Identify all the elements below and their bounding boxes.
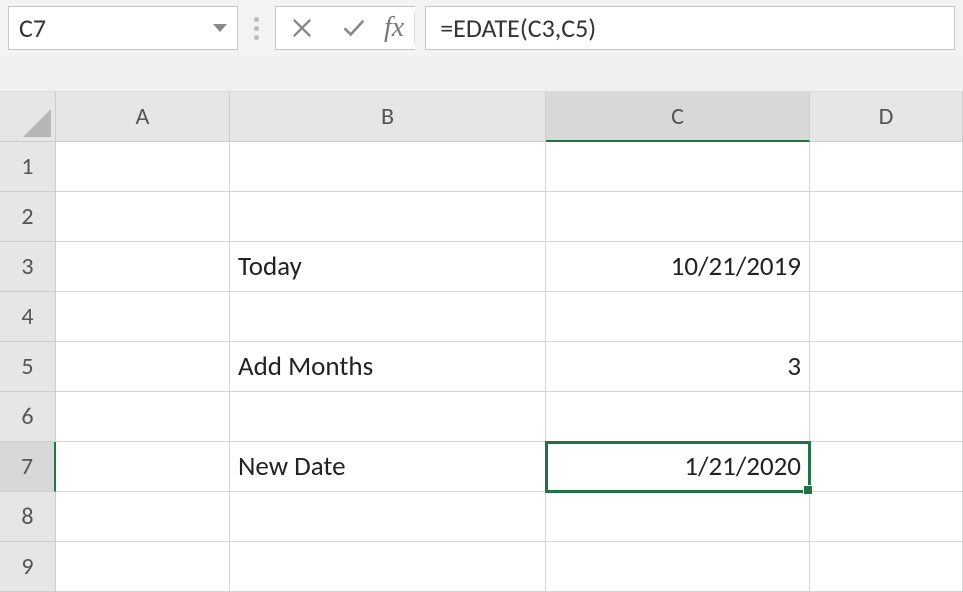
cell-A3[interactable]: [56, 242, 230, 292]
cell-C9[interactable]: [546, 542, 810, 592]
name-box-input[interactable]: [19, 12, 159, 44]
cell-D1[interactable]: [810, 142, 963, 192]
cell-A5[interactable]: [56, 342, 230, 392]
cell-B5[interactable]: Add Months: [230, 342, 546, 392]
formula-bar-row: fx =EDATE(C3,C5): [0, 0, 963, 56]
drag-handle-icon[interactable]: [248, 6, 265, 50]
cancel-icon[interactable]: [276, 15, 328, 41]
cell-A7[interactable]: [56, 442, 230, 492]
select-all-corner[interactable]: [0, 92, 56, 142]
cell-B9[interactable]: [230, 542, 546, 592]
row-header-3[interactable]: 3: [0, 242, 56, 292]
cell-B7[interactable]: New Date: [230, 442, 546, 492]
formula-input[interactable]: =EDATE(C3,C5): [425, 6, 955, 50]
cell-B1[interactable]: [230, 142, 546, 192]
col-header-C[interactable]: C: [546, 92, 810, 142]
row-header-2[interactable]: 2: [0, 192, 56, 242]
formula-text: =EDATE(C3,C5): [440, 12, 596, 44]
row-header-1[interactable]: 1: [0, 142, 56, 192]
cell-D6[interactable]: [810, 392, 963, 442]
row-header-5[interactable]: 5: [0, 342, 56, 392]
name-box[interactable]: [8, 6, 238, 50]
cell-B3[interactable]: Today: [230, 242, 546, 292]
worksheet-grid[interactable]: A B C D 1 2 3 Today 10/21/2019 4 5 Add M…: [0, 92, 963, 592]
enter-icon[interactable]: [328, 15, 380, 41]
cell-A4[interactable]: [56, 292, 230, 342]
cell-A2[interactable]: [56, 192, 230, 242]
cell-A8[interactable]: [56, 492, 230, 542]
cell-A9[interactable]: [56, 542, 230, 592]
cell-C5[interactable]: 3: [546, 342, 810, 392]
row-header-7[interactable]: 7: [0, 442, 56, 492]
cell-C2[interactable]: [546, 192, 810, 242]
col-header-B[interactable]: B: [230, 92, 546, 142]
formula-buttons: fx: [275, 6, 415, 50]
cell-D8[interactable]: [810, 492, 963, 542]
cell-C7[interactable]: 1/21/2020: [546, 442, 810, 492]
cell-D3[interactable]: [810, 242, 963, 292]
cell-C3[interactable]: 10/21/2019: [546, 242, 810, 292]
chevron-down-icon[interactable]: [213, 24, 227, 32]
cell-D7[interactable]: [810, 442, 963, 492]
cell-C6[interactable]: [546, 392, 810, 442]
cell-C8[interactable]: [546, 492, 810, 542]
cell-A1[interactable]: [56, 142, 230, 192]
cell-C4[interactable]: [546, 292, 810, 342]
row-header-8[interactable]: 8: [0, 492, 56, 542]
col-header-D[interactable]: D: [810, 92, 963, 142]
cell-D4[interactable]: [810, 292, 963, 342]
cell-D9[interactable]: [810, 542, 963, 592]
fx-icon[interactable]: fx: [380, 12, 415, 44]
cell-B6[interactable]: [230, 392, 546, 442]
col-header-A[interactable]: A: [56, 92, 230, 142]
row-header-9[interactable]: 9: [0, 542, 56, 592]
cell-B8[interactable]: [230, 492, 546, 542]
cell-C1[interactable]: [546, 142, 810, 192]
row-header-4[interactable]: 4: [0, 292, 56, 342]
cell-B2[interactable]: [230, 192, 546, 242]
cell-A6[interactable]: [56, 392, 230, 442]
toolbar-spacer: [0, 56, 963, 92]
cell-D2[interactable]: [810, 192, 963, 242]
cell-D5[interactable]: [810, 342, 963, 392]
row-header-6[interactable]: 6: [0, 392, 56, 442]
cell-B4[interactable]: [230, 292, 546, 342]
